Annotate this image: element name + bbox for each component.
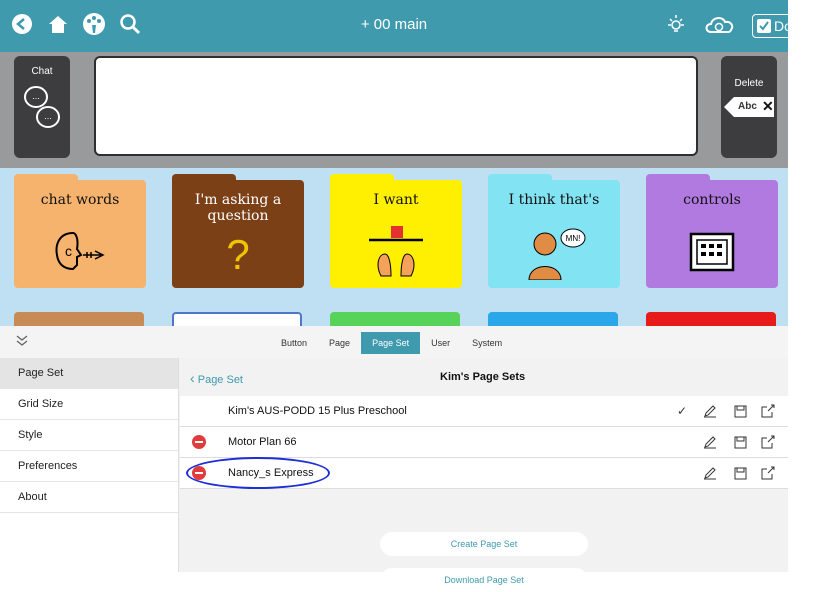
- message-window[interactable]: [94, 56, 698, 156]
- back-link[interactable]: ‹ Page Set: [190, 370, 243, 386]
- person-thinking-icon: MN!: [488, 222, 620, 282]
- svg-text:?: ?: [226, 231, 249, 275]
- message-bar: Chat ...... Delete Abc ✕: [0, 52, 788, 168]
- question-mark-icon: ?: [172, 222, 304, 282]
- svg-text:...: ...: [32, 91, 40, 101]
- folder-asking-question[interactable]: I'm asking a question ?: [172, 174, 304, 288]
- save-icon[interactable]: [732, 403, 748, 419]
- tab-user[interactable]: User: [420, 332, 461, 354]
- folder-label: controls: [683, 192, 741, 208]
- share-icon[interactable]: [760, 434, 776, 450]
- page-set-name: Motor Plan 66: [228, 436, 297, 448]
- save-icon[interactable]: [732, 434, 748, 450]
- brightness-icon[interactable]: [662, 10, 690, 38]
- back-label: Page Set: [197, 374, 243, 386]
- highlight-ellipse: [186, 457, 330, 489]
- remote-control-icon: [646, 222, 778, 282]
- edit-icon[interactable]: [702, 403, 718, 419]
- backspace-icon: Abc ✕: [721, 97, 777, 117]
- chat-button[interactable]: Chat ......: [14, 56, 70, 158]
- page-set-content: ‹ Page Set Kim's Page Sets Kim's AUS-POD…: [180, 358, 788, 592]
- folder-grid: chat words c I'm asking a question ? I w…: [0, 168, 788, 330]
- panel-header: Button Page Page Set User System: [0, 326, 788, 358]
- folder-label: I think that's: [508, 192, 600, 208]
- tab-page-set[interactable]: Page Set: [361, 332, 421, 354]
- delete-key-text: Abc: [738, 101, 757, 112]
- collapse-icon[interactable]: [14, 334, 30, 353]
- list-item[interactable]: Motor Plan 66: [180, 427, 788, 458]
- sidebar-item-page-set[interactable]: Page Set: [0, 358, 178, 389]
- delete-button[interactable]: Delete Abc ✕: [721, 56, 777, 158]
- settings-panel: Button Page Page Set User System Page Se…: [0, 326, 788, 592]
- edit-icon[interactable]: [702, 434, 718, 450]
- create-page-set-button[interactable]: Create Page Set: [380, 532, 588, 556]
- share-icon[interactable]: [760, 403, 776, 419]
- done-button[interactable]: Done: [752, 14, 816, 38]
- speaking-head-icon: c: [14, 222, 146, 282]
- settings-sidebar: Page Set Grid Size Style Preferences Abo…: [0, 358, 179, 572]
- folder-i-want[interactable]: I want: [330, 174, 462, 288]
- delete-icon[interactable]: [192, 435, 206, 449]
- tab-system[interactable]: System: [461, 332, 513, 354]
- sidebar-item-style[interactable]: Style: [0, 420, 178, 451]
- delete-label: Delete: [734, 78, 764, 89]
- folder-chat-words[interactable]: chat words c: [14, 174, 146, 288]
- folder-i-think-thats[interactable]: I think that's MN!: [488, 174, 620, 288]
- chat-bubbles-icon: ......: [14, 83, 70, 138]
- page-set-name: Kim's AUS-PODD 15 Plus Preschool: [228, 405, 407, 417]
- x-icon: ✕: [762, 98, 774, 114]
- share-icon[interactable]: [760, 465, 776, 481]
- tab-button[interactable]: Button: [270, 332, 318, 354]
- edit-icon[interactable]: [702, 465, 718, 481]
- chat-label: Chat: [31, 66, 53, 77]
- folder-label: I'm asking a question: [194, 192, 282, 224]
- check-icon: [757, 19, 771, 33]
- sidebar-item-preferences[interactable]: Preferences: [0, 451, 178, 482]
- folder-label: I want: [373, 192, 419, 208]
- checkmark-icon: ✓: [676, 404, 688, 418]
- folder-label: chat words: [40, 192, 120, 208]
- done-label: Done: [774, 18, 808, 34]
- save-icon[interactable]: [732, 465, 748, 481]
- want-hands-icon: [330, 222, 462, 282]
- page-set-list: Kim's AUS-PODD 15 Plus Preschool ✓ Motor…: [180, 396, 788, 489]
- tab-page[interactable]: Page: [318, 332, 361, 354]
- svg-text:...: ...: [44, 111, 52, 121]
- list-item[interactable]: Kim's AUS-PODD 15 Plus Preschool ✓: [180, 396, 788, 427]
- content-title: Kim's Page Sets: [440, 371, 526, 383]
- svg-text:c: c: [65, 243, 72, 259]
- sidebar-item-about[interactable]: About: [0, 482, 178, 513]
- list-item[interactable]: Nancy_s Express: [180, 457, 788, 489]
- chevron-left-icon: ‹: [190, 370, 195, 386]
- top-toolbar: + 00 main Done: [0, 0, 816, 52]
- svg-text:MN!: MN!: [566, 234, 581, 243]
- sidebar-item-grid-size[interactable]: Grid Size: [0, 389, 178, 420]
- cloud-sync-icon[interactable]: [702, 10, 738, 38]
- folder-controls[interactable]: controls: [646, 174, 778, 288]
- settings-segmented-control: Button Page Page Set User System: [270, 332, 513, 354]
